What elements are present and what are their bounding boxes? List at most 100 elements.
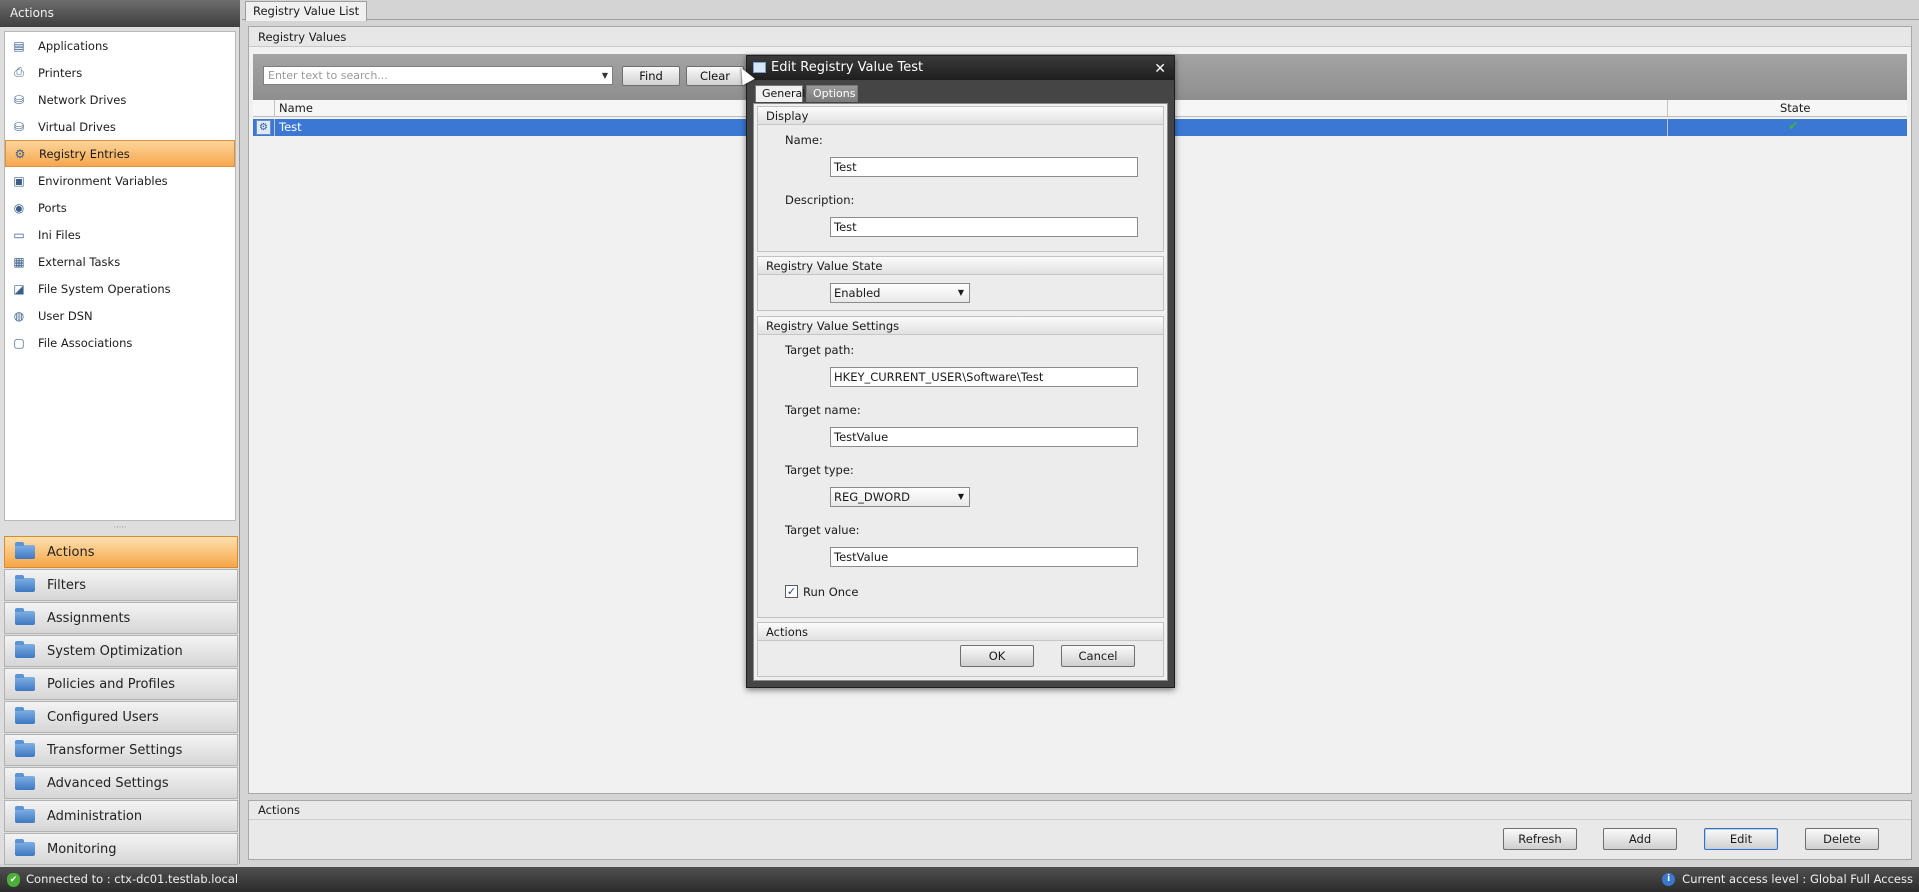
nav-group-administration[interactable]: Administration: [4, 800, 238, 832]
tab-registry-value-list[interactable]: Registry Value List: [245, 1, 368, 21]
sidebar-item-label: Registry Entries: [39, 146, 130, 161]
target-value-label: Target value:: [785, 523, 860, 537]
nav-group-assignments[interactable]: Assignments: [4, 602, 238, 634]
sidebar-item-label: Environment Variables: [38, 173, 168, 188]
environment-variables-icon: ▣: [13, 173, 25, 188]
sidebar-item-ports[interactable]: ◉ Ports: [5, 194, 235, 221]
column-separator: [274, 119, 275, 136]
display-section: Display Name: Test Description: Test: [757, 106, 1164, 252]
chevron-down-icon[interactable]: ▼: [602, 67, 608, 84]
folder-icon: [15, 608, 35, 625]
description-field[interactable]: Test: [830, 217, 1138, 237]
sidebar-item-registry-entries[interactable]: ⚙ Registry Entries: [5, 140, 235, 167]
column-separator: [274, 100, 275, 117]
target-type-label: Target type:: [785, 463, 854, 477]
sidebar-item-label: File System Operations: [38, 281, 171, 296]
user-dsn-icon: ◍: [13, 308, 25, 323]
folder-icon: [15, 839, 35, 856]
nav-group-label: Administration: [47, 808, 143, 824]
folder-icon: [15, 575, 35, 592]
refresh-button[interactable]: Refresh: [1503, 828, 1577, 850]
nav-group-label: Transformer Settings: [47, 742, 183, 758]
sidebar-item-applications[interactable]: ▤ Applications: [5, 32, 235, 59]
registry-value-state-section: Registry Value State Enabled ▼: [757, 256, 1164, 311]
nav-group-label: Configured Users: [47, 709, 159, 725]
nav-group-monitoring[interactable]: Monitoring: [4, 833, 238, 865]
target-type-select[interactable]: REG_DWORD ▼: [830, 487, 970, 507]
close-icon[interactable]: ✕: [1154, 57, 1166, 81]
target-name-label: Target name:: [785, 403, 861, 417]
network-drive-icon: ⛁: [13, 92, 25, 107]
nav-group-transformer-settings[interactable]: Transformer Settings: [4, 734, 238, 766]
sidebar-item-label: Printers: [38, 65, 83, 80]
nav-groups: Actions Filters Assignments System Optim…: [4, 536, 238, 866]
actions-panel: Actions Refresh Add Edit Delete: [248, 800, 1912, 860]
folder-icon: [15, 740, 35, 757]
add-button[interactable]: Add: [1603, 828, 1677, 850]
external-tasks-icon: ▦: [13, 254, 25, 269]
nav-group-label: Advanced Settings: [47, 775, 169, 791]
ports-icon: ◉: [13, 200, 25, 215]
nav-group-advanced-settings[interactable]: Advanced Settings: [4, 767, 238, 799]
column-separator: [1667, 100, 1668, 117]
name-field[interactable]: Test: [830, 157, 1138, 177]
description-label: Description:: [785, 193, 855, 207]
sidebar-item-printers[interactable]: ⎙ Printers: [5, 59, 235, 86]
search-input[interactable]: Enter text to search... ▼: [263, 66, 613, 85]
nav-group-label: Monitoring: [47, 841, 117, 857]
sidebar-item-label: Network Drives: [38, 92, 127, 107]
access-level-text: Current access level : Global Full Acces…: [1682, 872, 1913, 886]
ok-button[interactable]: OK: [960, 645, 1034, 667]
sidebar-item-label: Ini Files: [38, 227, 81, 242]
column-header-state[interactable]: State: [1780, 101, 1810, 115]
sidebar-item-network-drives[interactable]: ⛁ Network Drives: [5, 86, 235, 113]
name-label: Name:: [785, 133, 823, 147]
edit-button[interactable]: Edit: [1704, 828, 1778, 850]
applications-icon: ▤: [13, 38, 25, 53]
section-title: Registry Value Settings: [758, 317, 1163, 335]
nav-group-actions[interactable]: Actions: [4, 536, 238, 568]
delete-button[interactable]: Delete: [1805, 828, 1879, 850]
nav-group-label: System Optimization: [47, 643, 183, 659]
tab-options[interactable]: Options: [806, 85, 858, 102]
nav-group-configured-users[interactable]: Configured Users: [4, 701, 238, 733]
sidebar-item-file-system-operations[interactable]: ◪ File System Operations: [5, 275, 235, 302]
clear-button[interactable]: Clear: [686, 66, 744, 86]
column-header-name[interactable]: Name: [279, 101, 313, 115]
dialog-body: Display Name: Test Description: Test Reg…: [753, 103, 1168, 681]
sidebar-item-virtual-drives[interactable]: ⛁ Virtual Drives: [5, 113, 235, 140]
sidebar-header: Actions: [0, 0, 240, 27]
target-name-field[interactable]: TestValue: [830, 427, 1138, 447]
sidebar-item-ini-files[interactable]: ▭ Ini Files: [5, 221, 235, 248]
nav-group-filters[interactable]: Filters: [4, 569, 238, 601]
target-type-value: REG_DWORD: [834, 490, 911, 504]
file-associations-icon: ▢: [13, 335, 25, 350]
dialog-actions-section: Actions OK Cancel: [757, 622, 1164, 677]
folder-icon: [15, 773, 35, 790]
folder-icon: [15, 806, 35, 823]
registry-row-icon: ⚙: [256, 120, 271, 135]
search-placeholder: Enter text to search...: [268, 69, 388, 82]
dialog-titlebar[interactable]: Edit Registry Value Test ✕: [747, 56, 1174, 80]
connection-status: ✔ Connected to : ctx-dc01.testlab.local: [7, 867, 238, 892]
nav-group-label: Actions: [47, 544, 95, 560]
sidebar-item-external-tasks[interactable]: ▦ External Tasks: [5, 248, 235, 275]
tab-general[interactable]: General: [755, 85, 805, 102]
run-once-checkbox[interactable]: ✓: [785, 585, 798, 598]
sidebar-splitter[interactable]: ·····: [4, 524, 236, 532]
sidebar-item-file-associations[interactable]: ▢ File Associations: [5, 329, 235, 356]
actions-title: Actions: [249, 801, 1911, 820]
state-select[interactable]: Enabled ▼: [830, 283, 970, 303]
registry-value-settings-section: Registry Value Settings Target path: HKE…: [757, 316, 1164, 618]
nav-group-system-optimization[interactable]: System Optimization: [4, 635, 238, 667]
sidebar-item-environment-variables[interactable]: ▣ Environment Variables: [5, 167, 235, 194]
nav-group-label: Filters: [47, 577, 86, 593]
folder-icon: [15, 542, 35, 559]
cancel-button[interactable]: Cancel: [1061, 645, 1135, 667]
tab-bar: Registry Value List: [242, 0, 1919, 21]
find-button[interactable]: Find: [622, 66, 680, 86]
sidebar-item-user-dsn[interactable]: ◍ User DSN: [5, 302, 235, 329]
target-path-field[interactable]: HKEY_CURRENT_USER\Software\Test: [830, 367, 1138, 387]
target-value-field[interactable]: TestValue: [830, 547, 1138, 567]
nav-group-policies-and-profiles[interactable]: Policies and Profiles: [4, 668, 238, 700]
